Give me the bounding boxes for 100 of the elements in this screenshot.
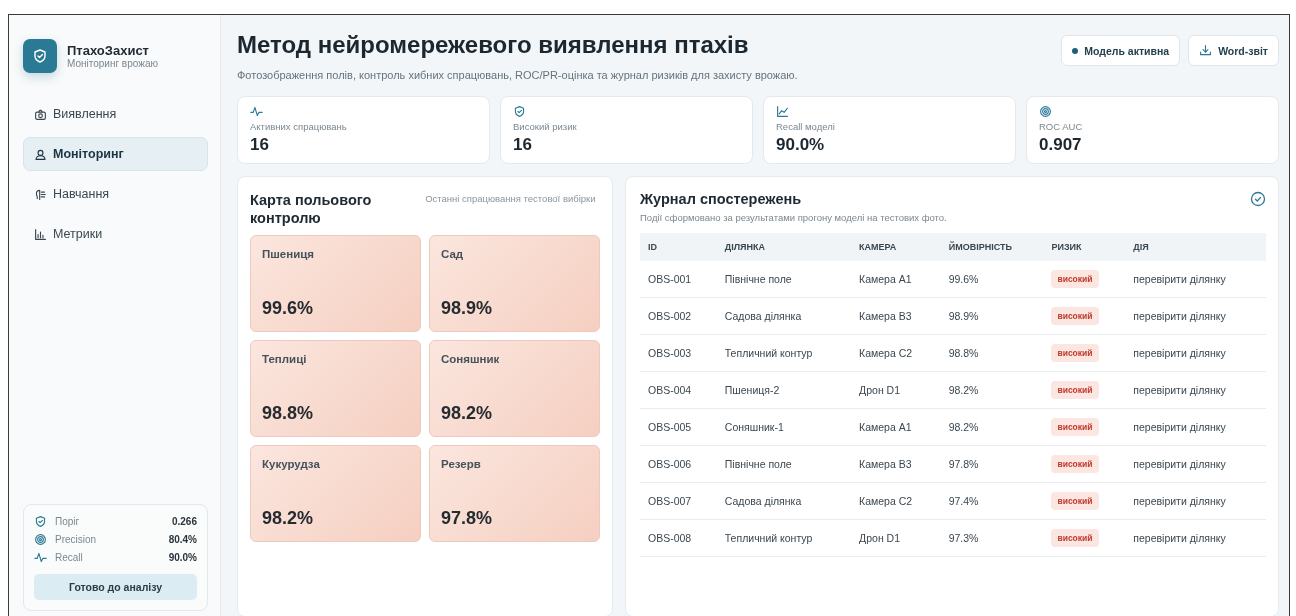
target-icon: [34, 533, 47, 546]
table-cell: 98.8%: [940, 334, 1044, 372]
risk-badge: високий: [1051, 344, 1099, 362]
table-cell: перевірити ділянку: [1125, 519, 1266, 557]
check-circle-icon: [1250, 191, 1266, 207]
risk-badge: високий: [1051, 529, 1099, 547]
table-cell: OBS-008: [640, 519, 717, 557]
table-cell: Садова ділянка: [716, 482, 852, 520]
table-cell: перевірити ділянку: [1125, 371, 1266, 409]
field-tile[interactable]: Соняшник 98.2%: [429, 340, 600, 437]
table-cell: OBS-001: [640, 261, 717, 298]
field-value: 97.8%: [441, 508, 494, 529]
table-cell: 98.2%: [940, 408, 1044, 446]
field-tile[interactable]: Теплиці 98.8%: [250, 340, 421, 437]
table-cell: OBS-003: [640, 334, 717, 372]
risk-badge: високий: [1051, 492, 1099, 510]
field-name: Кукурудза: [262, 458, 321, 470]
kpi-label: Високий ризик: [513, 121, 578, 132]
column-header: КАМЕРА: [851, 233, 941, 261]
table-cell: перевірити ділянку: [1125, 261, 1266, 298]
table-cell: перевірити ділянку: [1125, 445, 1266, 483]
table-cell: OBS-007: [640, 482, 717, 520]
table-cell: Тепличний контур: [716, 519, 852, 557]
field-name: Пшениця: [262, 248, 316, 260]
table-cell: Дрон D1: [851, 519, 941, 557]
table-cell: 97.8%: [940, 445, 1044, 483]
pulse-icon: [34, 551, 47, 564]
table-cell: Камера C2: [851, 334, 941, 372]
stat-value: 0.266: [171, 516, 197, 527]
table-cell: Тепличний контур: [716, 334, 852, 372]
nav-item[interactable]: Виявлення: [23, 97, 208, 131]
table-cell: Північне поле: [716, 445, 852, 483]
field-value: 99.6%: [262, 298, 315, 319]
stat-value: 90.0%: [168, 552, 197, 563]
risk-badge: високий: [1051, 455, 1099, 473]
page-title: Метод нейромережевого виявлення птахів: [237, 31, 750, 59]
page-subtitle: Фотозображення полів, контроль хибних спрацювань, ROC/PR-оцінка та журнал ризиків для захисту врожаю.: [237, 68, 799, 83]
kpi-value: 16: [250, 135, 270, 155]
field-tile[interactable]: Кукурудза 98.2%: [250, 445, 421, 542]
field-name: Соняшник: [441, 353, 501, 365]
table-cell: OBS-002: [640, 297, 717, 335]
column-header: ЙМОВІРНІСТЬ: [940, 233, 1044, 261]
kpi-label: Recall моделі: [776, 121, 836, 132]
column-header: ID: [640, 233, 717, 261]
nav-item[interactable]: Навчання: [23, 177, 208, 211]
table-cell: перевірити ділянку: [1125, 297, 1266, 335]
card-note: Останні спрацювання тестової вибірки: [425, 192, 597, 206]
camera-icon: [34, 107, 47, 121]
model-status-badge: Модель активна: [1061, 35, 1181, 66]
table-cell: 98.9%: [940, 297, 1044, 335]
download-icon: [1199, 44, 1213, 57]
kpi-value: 90.0%: [776, 135, 826, 155]
bar-chart-icon: [34, 227, 47, 241]
table-cell: Камера B3: [851, 445, 941, 483]
field-tile[interactable]: Резерв 97.8%: [429, 445, 600, 542]
kpi-label: ROC AUC: [1039, 121, 1084, 132]
table-cell: перевірити ділянку: [1125, 408, 1266, 446]
user-icon: [34, 147, 47, 161]
column-header: РИЗИК: [1043, 233, 1126, 261]
field-name: Сад: [441, 248, 465, 260]
table-cell: Камера A1: [851, 408, 941, 446]
shield-icon: [513, 105, 526, 118]
field-tile[interactable]: Сад 98.9%: [429, 235, 600, 332]
table-cell: Пшениця-2: [716, 371, 852, 409]
table-cell: Садова ділянка: [716, 297, 852, 335]
nav-item[interactable]: Моніторинг: [23, 137, 208, 171]
app-subtitle: Моніторинг врожаю: [67, 58, 158, 69]
risk-badge: високий: [1051, 307, 1099, 325]
card-title: Журнал спостережень: [640, 191, 803, 207]
table-cell: OBS-006: [640, 445, 717, 483]
pulse-icon: [250, 105, 263, 118]
column-header: ДІЛЯНКА: [716, 233, 852, 261]
table-cell: перевірити ділянку: [1125, 334, 1266, 372]
field-value: 98.2%: [262, 508, 315, 529]
nav-item[interactable]: Метрики: [23, 217, 208, 251]
stat-label: Recall: [55, 552, 84, 563]
kpi-label: Активних спрацювань: [250, 121, 348, 132]
table-cell: OBS-004: [640, 371, 717, 409]
field-name: Теплиці: [262, 353, 308, 365]
risk-badge: високий: [1051, 418, 1099, 436]
field-value: 98.9%: [441, 298, 494, 319]
table-cell: 99.6%: [940, 261, 1044, 298]
report-button[interactable]: Word-звіт: [1188, 35, 1279, 66]
kpi-value: 0.907: [1039, 135, 1083, 155]
kpi-value: 16: [513, 135, 533, 155]
stat-label: Precision: [55, 534, 98, 545]
status-button[interactable]: Готово до аналізу: [34, 574, 197, 600]
table-cell: OBS-005: [640, 408, 717, 446]
table-cell: Камера C2: [851, 482, 941, 520]
field-tile[interactable]: Пшениця 99.6%: [250, 235, 421, 332]
card-title: Карта польового контролю: [250, 191, 373, 227]
shield-icon: [32, 48, 48, 64]
table-cell: Камера A1: [851, 261, 941, 298]
column-header: ДІЯ: [1125, 233, 1266, 261]
table-cell: 97.3%: [940, 519, 1044, 557]
table-cell: 97.4%: [940, 482, 1044, 520]
card-subtitle: Події сформовано за результатами прогону моделі на тестових фото.: [640, 212, 947, 223]
table-cell: Північне поле: [716, 261, 852, 298]
table-cell: перевірити ділянку: [1125, 482, 1266, 520]
shield-icon: [34, 515, 47, 528]
